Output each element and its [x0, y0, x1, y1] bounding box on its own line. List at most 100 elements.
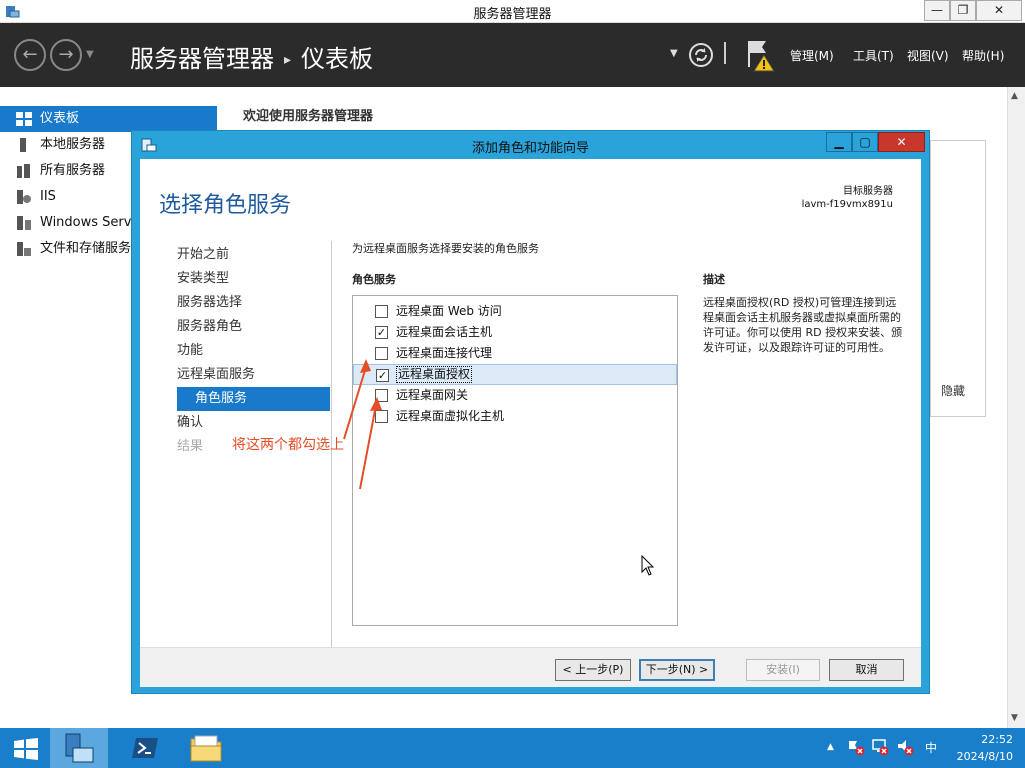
step-server-roles[interactable]: 服务器角色 [177, 315, 337, 339]
wsus-icon [17, 216, 31, 230]
sidebar-item-label: 仪表板 [40, 111, 80, 126]
previous-button[interactable]: < 上一步(P) [555, 659, 631, 681]
annotation-text: 将这两个都勾选上 [232, 437, 344, 453]
mouse-cursor-icon [641, 555, 655, 576]
role-label: 远程桌面授权 [395, 366, 473, 383]
step-installation-type[interactable]: 安装类型 [177, 267, 337, 291]
refresh-icon[interactable] [688, 42, 714, 68]
menu-manage[interactable]: 管理(M) [790, 47, 834, 64]
step-role-services[interactable]: 角色服务 [177, 387, 330, 411]
role-services-header: 角色服务 [352, 273, 396, 286]
arrow-left-icon: ← [22, 44, 38, 65]
server-icon [20, 138, 26, 152]
background-tile [930, 140, 986, 417]
taskbar-file-explorer[interactable] [176, 728, 234, 768]
window-title: 服务器管理器 [473, 7, 552, 22]
iis-icon [17, 190, 31, 204]
description-header: 描述 [703, 273, 725, 286]
instruction-text: 为远程桌面服务选择要安装的角色服务 [352, 242, 539, 255]
breadcrumb-page: 仪表板 [301, 45, 374, 73]
menu-view[interactable]: 视图(V) [907, 47, 949, 64]
server-manager-icon [65, 733, 94, 763]
tray-overflow-icon[interactable]: ▲ [827, 742, 834, 752]
role-label: 远程桌面连接代理 [396, 346, 493, 360]
sidebar-item-label: 所有服务器 [40, 163, 106, 178]
sidebar-item-label: 文件和存储服务 [40, 241, 132, 256]
role-rd-gateway[interactable]: 远程桌面网关 [353, 385, 677, 406]
role-label: 远程桌面虚拟化主机 [396, 409, 505, 423]
role-rd-virtualization-host[interactable]: 远程桌面虚拟化主机 [353, 406, 677, 427]
maximize-button[interactable]: ❐ [950, 0, 976, 21]
role-rd-connection-broker[interactable]: 远程桌面连接代理 [353, 343, 677, 364]
install-button: 安装(I) [746, 659, 820, 681]
taskbar-server-manager[interactable] [50, 728, 108, 768]
dashboard-icon [16, 112, 32, 126]
target-server-info: 目标服务器 lavm-f19vmx891u [802, 185, 893, 211]
dialog-close-button[interactable]: ✕ [878, 132, 925, 152]
tray-network-icon[interactable] [871, 738, 889, 756]
next-button[interactable]: 下一步(N) > [639, 659, 715, 681]
arrow-right-icon: → [58, 44, 74, 65]
wizard-steps: 开始之前 安装类型 服务器选择 服务器角色 功能 远程桌面服务 角色服务 确认 … [177, 243, 337, 459]
sidebar-item-label: IIS [40, 189, 56, 204]
page-title: 选择角色服务 [159, 193, 292, 218]
folder-icon [190, 735, 222, 762]
back-button[interactable]: ← [14, 39, 46, 71]
step-confirmation[interactable]: 确认 [177, 411, 337, 435]
cancel-button[interactable]: 取消 [829, 659, 904, 681]
role-label: 远程桌面会话主机 [396, 325, 493, 339]
target-server-label: 目标服务器 [843, 186, 893, 197]
role-rd-licensing[interactable]: ✓ 远程桌面授权 [353, 364, 677, 385]
tray-volume-icon[interactable] [896, 738, 914, 756]
dialog-maximize-button[interactable]: ▢ [852, 132, 878, 152]
forward-button[interactable]: → [50, 39, 82, 71]
menu-tools[interactable]: 工具(T) [853, 47, 894, 64]
sidebar-item-label: 本地服务器 [40, 137, 106, 152]
tray-action-center-icon[interactable] [847, 738, 865, 756]
breadcrumb: 服务器管理器 ▸ 仪表板 [130, 39, 373, 74]
taskbar: ▲ 中 22:52 2024/8/10 [0, 728, 1025, 768]
role-services-list: 远程桌面 Web 访问 ✓ 远程桌面会话主机 远程桌面连接代理 ✓ 远程桌面授权… [352, 295, 678, 626]
step-features[interactable]: 功能 [177, 339, 337, 363]
close-button[interactable]: ✕ [976, 0, 1022, 21]
scroll-down-icon[interactable]: ▼ [1011, 713, 1018, 723]
header-divider [724, 42, 726, 64]
step-before-you-begin[interactable]: 开始之前 [177, 243, 337, 267]
add-roles-wizard-dialog: 添加角色和功能向导 ▁ ▢ ✕ 选择角色服务 目标服务器 lavm-f19vmx… [131, 130, 930, 694]
breadcrumb-separator: ▸ [284, 52, 292, 68]
step-remote-desktop-services[interactable]: 远程桌面服务 [177, 363, 337, 387]
dialog-button-bar: < 上一步(P) 下一步(N) > 安装(I) 取消 [140, 647, 921, 687]
role-label: 远程桌面网关 [396, 388, 469, 402]
storage-icon [17, 242, 31, 256]
window-titlebar: 服务器管理器 — ❐ ✕ [0, 0, 1025, 23]
role-rd-session-host[interactable]: ✓ 远程桌面会话主机 [353, 322, 677, 343]
description-text: 远程桌面授权(RD 授权)可管理连接到远程桌面会话主机服务器或虚拟桌面所需的许可… [703, 296, 903, 354]
scroll-up-icon[interactable]: ▲ [1011, 91, 1018, 101]
hide-link[interactable]: 隐藏 [941, 382, 965, 399]
checkbox-checked[interactable]: ✓ [375, 326, 388, 339]
role-label: 远程桌面 Web 访问 [396, 304, 502, 318]
taskbar-powershell[interactable] [116, 728, 174, 768]
tray-clock[interactable]: 22:52 2024/8/10 [957, 731, 1013, 765]
main-scrollbar[interactable]: ▲ ▼ [1007, 87, 1025, 728]
dialog-body: 选择角色服务 目标服务器 lavm-f19vmx891u 开始之前 安装类型 服… [140, 159, 921, 687]
minimize-button[interactable]: — [924, 0, 950, 21]
target-server-name: lavm-f19vmx891u [801, 199, 893, 210]
notifications-flag-icon[interactable] [744, 37, 776, 73]
annotation-arrows-icon [343, 359, 382, 490]
app-header: ← → ▼ 服务器管理器 ▸ 仪表板 ▼ 管理(M) 工具(T) 视图(V) 帮助(… [0, 23, 1025, 87]
sidebar-item-dashboard[interactable]: 仪表板 [0, 106, 217, 132]
clock-date: 2024/8/10 [956, 750, 1013, 763]
tray-ime-indicator[interactable]: 中 [925, 739, 937, 756]
role-rd-web-access[interactable]: 远程桌面 Web 访问 [353, 301, 677, 322]
dialog-title: 添加角色和功能向导 [471, 141, 589, 156]
checkbox[interactable] [375, 305, 388, 318]
clock-time: 22:52 [981, 733, 1013, 746]
dialog-minimize-button[interactable]: ▁ [826, 132, 852, 152]
history-dropdown-icon[interactable]: ▼ [86, 49, 94, 60]
dropdown-icon[interactable]: ▼ [670, 48, 678, 59]
menu-help[interactable]: 帮助(H) [962, 47, 1004, 64]
servers-icon [17, 164, 30, 178]
windows-start-icon[interactable] [14, 738, 38, 760]
step-server-selection[interactable]: 服务器选择 [177, 291, 337, 315]
